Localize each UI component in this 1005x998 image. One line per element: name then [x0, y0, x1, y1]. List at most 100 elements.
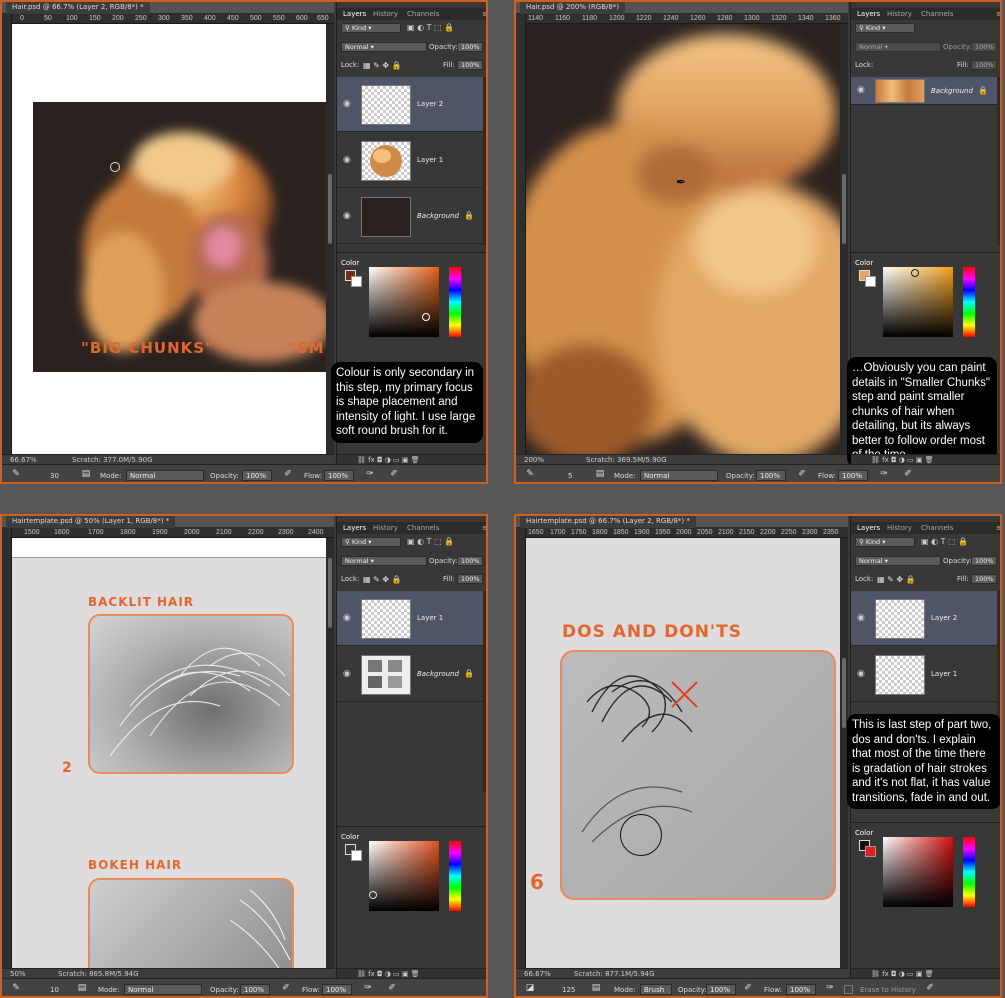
pressure-size-icon[interactable]: ✐ — [386, 983, 398, 995]
fill-field[interactable]: 100% — [457, 60, 483, 70]
tab-channels[interactable]: Channels — [921, 524, 953, 532]
lock-icons[interactable]: ▦ ✎ ✥ 🔒 — [363, 61, 402, 72]
tab-history[interactable]: History — [887, 524, 912, 532]
zoom-level[interactable]: 66.67% — [524, 970, 551, 978]
layer-row[interactable]: ◉ Layer 2 — [337, 77, 483, 132]
layer-row[interactable]: ◉ Background 🔒 — [337, 647, 483, 702]
tab-history[interactable]: History — [373, 524, 398, 532]
layer-row[interactable]: ◉ Background 🔒 — [851, 77, 997, 105]
brush-tool-icon[interactable]: ✎ — [524, 469, 536, 481]
mode-select[interactable]: Brush — [640, 984, 672, 995]
eraser-opacity-field[interactable]: 100% — [706, 984, 736, 995]
airbrush-icon[interactable]: ✑ — [364, 469, 376, 481]
tab-channels[interactable]: Channels — [407, 10, 439, 18]
erase-to-history-checkbox[interactable] — [844, 985, 853, 994]
pressure-size-icon[interactable]: ✐ — [388, 469, 400, 481]
brush-opacity-field[interactable]: 100% — [242, 470, 272, 481]
fill-field[interactable]: 100% — [457, 574, 483, 584]
color-picker-ring[interactable] — [369, 891, 377, 899]
pressure-size-icon[interactable]: ✐ — [924, 983, 936, 995]
pressure-opacity-icon[interactable]: ✐ — [796, 469, 808, 481]
brush-panel-icon[interactable]: ▤ — [590, 983, 602, 995]
panel-bottom-icons[interactable]: ⛓ fx ◘ ◑ ▭ ▣ 🗑 — [851, 454, 1000, 464]
opacity-field[interactable]: 100% — [971, 42, 997, 52]
layers-scrollbar[interactable] — [483, 77, 486, 245]
vertical-scrollbar[interactable] — [326, 538, 334, 968]
background-swatch[interactable] — [351, 850, 362, 861]
eye-icon[interactable]: ◉ — [857, 85, 865, 95]
zoom-level[interactable]: 50% — [10, 970, 26, 978]
scroll-thumb[interactable] — [842, 174, 846, 244]
brush-size[interactable]: 125 — [562, 986, 575, 994]
background-swatch[interactable] — [865, 276, 876, 287]
document-tab[interactable]: Hairtemplate.psd @ 66.7% (Layer 2, RGB/8… — [520, 516, 696, 528]
zoom-level[interactable]: 66.67% — [10, 456, 37, 464]
brush-size[interactable]: 30 — [50, 472, 59, 480]
brush-tool-icon[interactable]: ✎ — [10, 983, 22, 995]
eye-icon[interactable]: ◉ — [343, 211, 351, 221]
document-tab[interactable]: Hairtemplate.psd @ 50% (Layer 1, RGB/8*)… — [6, 516, 176, 528]
blend-mode-select[interactable]: Normal ▾ — [341, 556, 427, 566]
layer-row[interactable]: ◉ Layer 1 — [851, 647, 997, 702]
mode-select[interactable]: Normal — [640, 470, 718, 481]
panel-menu-icon[interactable]: ≡ — [996, 524, 1000, 532]
lock-icons[interactable]: ▦ ✎ ✥ 🔒 — [877, 575, 916, 586]
fill-field[interactable]: 100% — [971, 574, 997, 584]
color-field[interactable] — [883, 837, 953, 907]
tab-layers[interactable]: Layers — [343, 10, 366, 18]
panel-bottom-icons[interactable]: ⛓ fx ◘ ◑ ▭ ▣ 🗑 — [851, 968, 1000, 978]
panel-menu-icon[interactable]: ≡ — [996, 10, 1000, 18]
panel-menu-icon[interactable]: ≡ — [482, 10, 486, 18]
brush-size[interactable]: 10 — [50, 986, 59, 994]
opacity-field[interactable]: 100% — [971, 556, 997, 566]
layers-scrollbar[interactable] — [483, 591, 486, 791]
airbrush-icon[interactable]: ✑ — [362, 983, 374, 995]
pressure-opacity-icon[interactable]: ✐ — [280, 983, 292, 995]
tab-layers[interactable]: Layers — [343, 524, 366, 532]
brush-opacity-field[interactable]: 100% — [240, 984, 270, 995]
flow-field[interactable]: 100% — [838, 470, 868, 481]
tab-history[interactable]: History — [887, 10, 912, 18]
panel-bottom-icons[interactable]: ⛓ fx ◘ ◑ ▭ ▣ 🗑 — [337, 968, 486, 978]
panel-bottom-icons[interactable]: ⛓ fx ◘ ◑ ▭ ▣ 🗑 — [337, 454, 486, 464]
kind-filter[interactable]: ⚲ Kind ▾ — [855, 23, 915, 33]
brush-size[interactable]: 5 — [568, 472, 572, 480]
kind-filter[interactable]: ⚲ Kind ▾ — [855, 537, 915, 547]
mode-select[interactable]: Normal — [124, 984, 202, 995]
brush-opacity-field[interactable]: 100% — [756, 470, 786, 481]
hue-slider[interactable] — [449, 841, 461, 911]
color-field[interactable] — [883, 267, 953, 337]
eye-icon[interactable]: ◉ — [343, 669, 351, 679]
eraser-tool-icon[interactable]: ◪ — [524, 983, 536, 995]
brush-panel-icon[interactable]: ▤ — [80, 469, 92, 481]
eye-icon[interactable]: ◉ — [343, 613, 351, 623]
tab-history[interactable]: History — [373, 10, 398, 18]
eye-icon[interactable]: ◉ — [857, 669, 865, 679]
filter-icons[interactable]: ▣ ◐ T ⬚ 🔒 — [407, 537, 454, 548]
tab-layers[interactable]: Layers — [857, 524, 880, 532]
eye-icon[interactable]: ◉ — [857, 613, 865, 623]
document-tab[interactable]: Hair.psd @ 66.7% (Layer 2, RGB/8*) * — [6, 2, 150, 14]
blend-mode-select[interactable]: Normal ▾ — [855, 556, 941, 566]
pressure-opacity-icon[interactable]: ✐ — [282, 469, 294, 481]
layer-row[interactable]: ◉ Layer 2 — [851, 591, 997, 646]
flow-field[interactable]: 100% — [322, 984, 352, 995]
lock-icons[interactable]: ▦ ✎ ✥ 🔒 — [363, 575, 402, 586]
layer-row[interactable]: ◉ Background 🔒 — [337, 189, 483, 244]
color-field[interactable] — [369, 267, 439, 337]
background-swatch[interactable] — [865, 846, 876, 857]
hue-slider[interactable] — [449, 267, 461, 337]
filter-icons[interactable]: ▣ ◐ T ⬚ 🔒 — [407, 23, 454, 34]
brush-tool-icon[interactable]: ✎ — [10, 469, 22, 481]
tab-layers[interactable]: Layers — [857, 10, 880, 18]
blend-mode-select[interactable]: Normal ▾ — [341, 42, 427, 52]
color-picker-ring[interactable] — [911, 269, 919, 277]
eye-icon[interactable]: ◉ — [343, 99, 351, 109]
pressure-size-icon[interactable]: ✐ — [902, 469, 914, 481]
tab-channels[interactable]: Channels — [407, 524, 439, 532]
brush-panel-icon[interactable]: ▤ — [76, 983, 88, 995]
kind-filter[interactable]: ⚲ Kind ▾ — [341, 23, 401, 33]
background-swatch[interactable] — [351, 276, 362, 287]
tab-channels[interactable]: Channels — [921, 10, 953, 18]
airbrush-icon[interactable]: ✑ — [878, 469, 890, 481]
